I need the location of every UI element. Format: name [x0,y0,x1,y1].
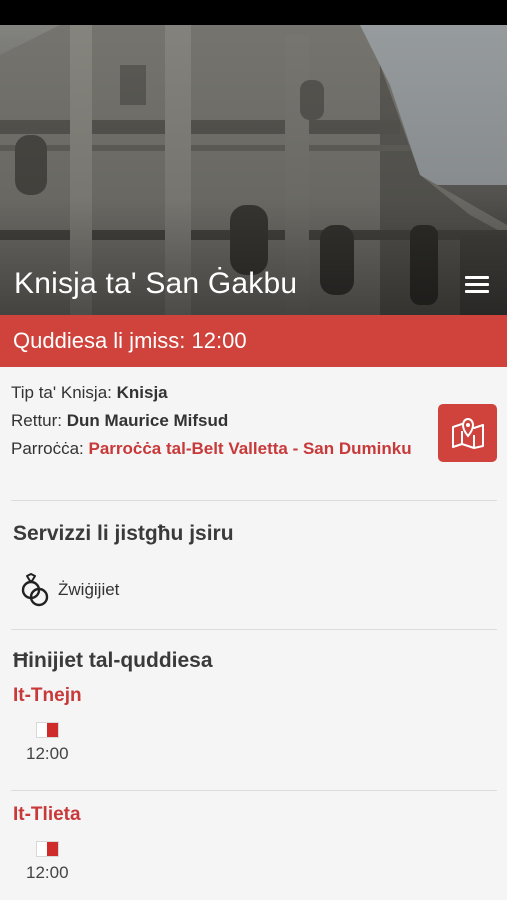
church-type-row: Tip ta' Knisja: Knisja [11,379,421,407]
rector-label: Rettur: [11,411,63,430]
church-type-label: Tip ta' Knisja: [11,383,112,402]
mass-time: 12:00 [26,744,69,763]
divider [11,790,497,791]
service-label: Żwiġijiet [58,580,120,599]
status-bar [0,0,507,25]
rector-value: Dun Maurice Mifsud [66,411,229,430]
parish-link[interactable]: Parroċċa tal-Belt Valletta - San Duminku [88,439,411,458]
day-title-tuesday: It-Tlieta [13,804,81,825]
parish-row: Parroċċa: Parroċċa tal-Belt Valletta - S… [11,435,421,463]
church-title: Knisja ta' San Ġakbu [14,267,298,300]
parish-label: Parroċċa: [11,439,84,458]
malta-flag-icon [36,722,59,738]
church-details: Tip ta' Knisja: Knisja Rettur: Dun Mauri… [0,367,507,900]
malta-flag-icon [36,841,59,857]
mass-times-title: Ħinijiet tal-quddiesa [13,649,213,672]
church-hero-image: Knisja ta' San Ġakbu [0,25,507,315]
day-title-monday: It-Tnejn [13,685,82,706]
church-type-value: Knisja [116,383,168,402]
next-mass-banner: Quddiesa li jmiss: 12:00 [0,315,507,367]
service-item-weddings: Żwiġijiet [20,572,119,608]
divider [11,629,497,630]
map-pin-icon [452,417,484,449]
rector-row: Rettur: Dun Maurice Mifsud [11,407,421,435]
mass-time: 12:00 [26,863,69,882]
church-info: Tip ta' Knisja: Knisja Rettur: Dun Mauri… [11,379,421,463]
wedding-rings-icon [21,573,49,607]
divider [11,500,497,501]
hamburger-menu-icon[interactable] [465,276,489,296]
services-title: Servizzi li jistgħu jsiru [13,522,234,545]
map-button[interactable] [438,404,497,462]
next-mass-text: Quddiesa li jmiss: 12:00 [13,328,247,353]
